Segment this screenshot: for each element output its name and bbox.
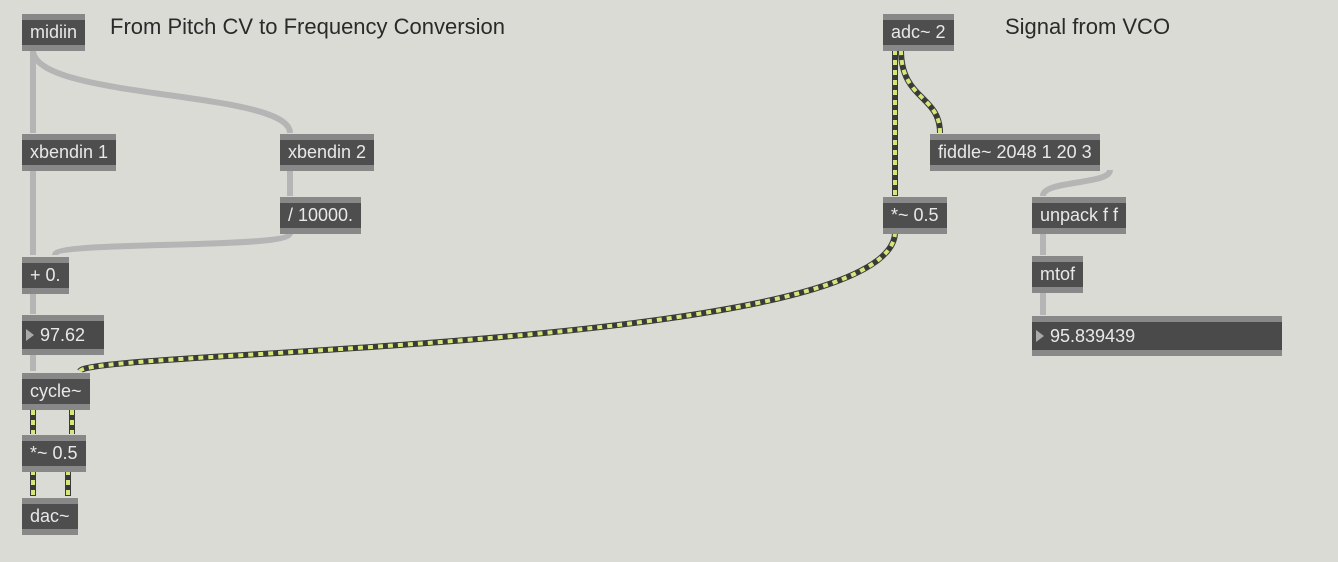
fiddle-out-numberbox[interactable]: 95.839439 xyxy=(1032,316,1282,356)
xbendin2-object[interactable]: xbendin 2 xyxy=(280,134,374,171)
comment-right: Signal from VCO xyxy=(1005,14,1170,40)
div-10000-object[interactable]: / 10000. xyxy=(280,197,361,234)
cycle-object[interactable]: cycle~ xyxy=(22,373,90,410)
unpack-ff-object[interactable]: unpack f f xyxy=(1032,197,1126,234)
adc2-object[interactable]: adc~ 2 xyxy=(883,14,954,51)
patch-cords xyxy=(0,0,1338,562)
xbendin1-object[interactable]: xbendin 1 xyxy=(22,134,116,171)
dac-object[interactable]: dac~ xyxy=(22,498,78,535)
comment-left: From Pitch CV to Frequency Conversion xyxy=(110,14,505,40)
plus-0-object[interactable]: + 0. xyxy=(22,257,69,294)
multiply-05-right-object[interactable]: *~ 0.5 xyxy=(883,197,947,234)
freq-numberbox[interactable]: 97.62 xyxy=(22,315,104,355)
multiply-05-left-object[interactable]: *~ 0.5 xyxy=(22,435,86,472)
midiin-object[interactable]: midiin xyxy=(22,14,85,51)
mtof-object[interactable]: mtof xyxy=(1032,256,1083,293)
fiddle-object[interactable]: fiddle~ 2048 1 20 3 xyxy=(930,134,1100,171)
